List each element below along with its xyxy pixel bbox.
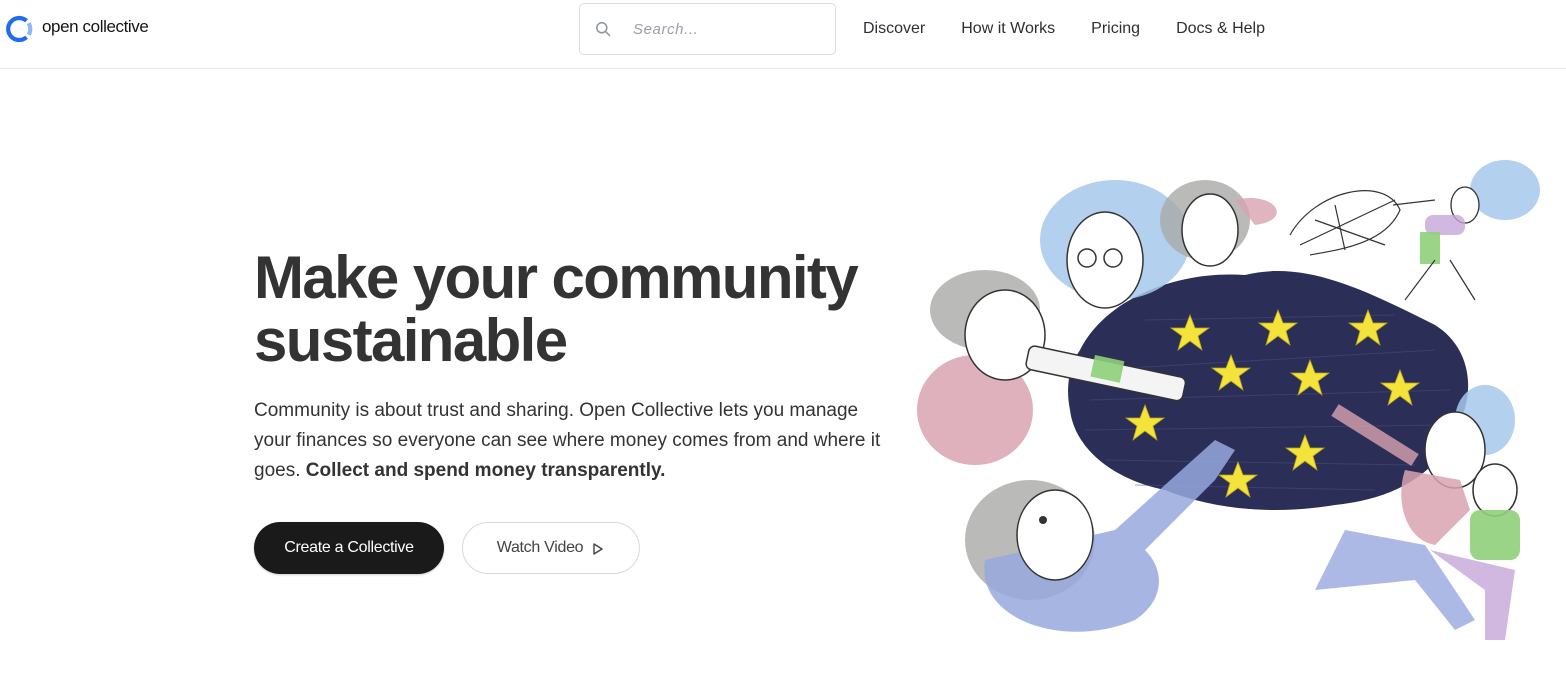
nav-pricing[interactable]: Pricing [1091,18,1140,40]
nav-discover[interactable]: Discover [863,18,925,40]
create-collective-label: Create a Collective [284,539,414,556]
top-navigation-bar: open collective Discover How it Works Pr… [0,0,1566,69]
main-nav: Discover How it Works Pricing Docs & Hel… [863,18,1265,40]
nav-docs-help[interactable]: Docs & Help [1176,18,1265,40]
watch-video-label: Watch Video [496,539,584,556]
logo-icon [6,15,33,43]
community-illustration [917,160,1540,640]
play-icon [593,543,603,555]
search-box[interactable] [579,3,836,55]
watch-video-button[interactable]: Watch Video [462,522,640,574]
hero-title-line-2: sustainable [254,307,914,375]
nav-how-it-works[interactable]: How it Works [961,18,1055,40]
hero-title-line-2-text: sustainable [254,307,568,374]
search-input[interactable] [633,20,813,38]
open-collective-logo[interactable]: open collective [6,14,149,44]
hero-title-line-1: Make your community [254,244,859,311]
hero-description-emphasis: Collect and spend money transparently. [305,460,666,481]
hero-title: Make your community sustainable [254,244,914,375]
hero-description: Community is about trust and sharing. Op… [254,396,894,486]
search-icon [596,22,611,37]
create-collective-button[interactable]: Create a Collective [254,522,444,574]
logo-text: open collective [42,17,149,36]
